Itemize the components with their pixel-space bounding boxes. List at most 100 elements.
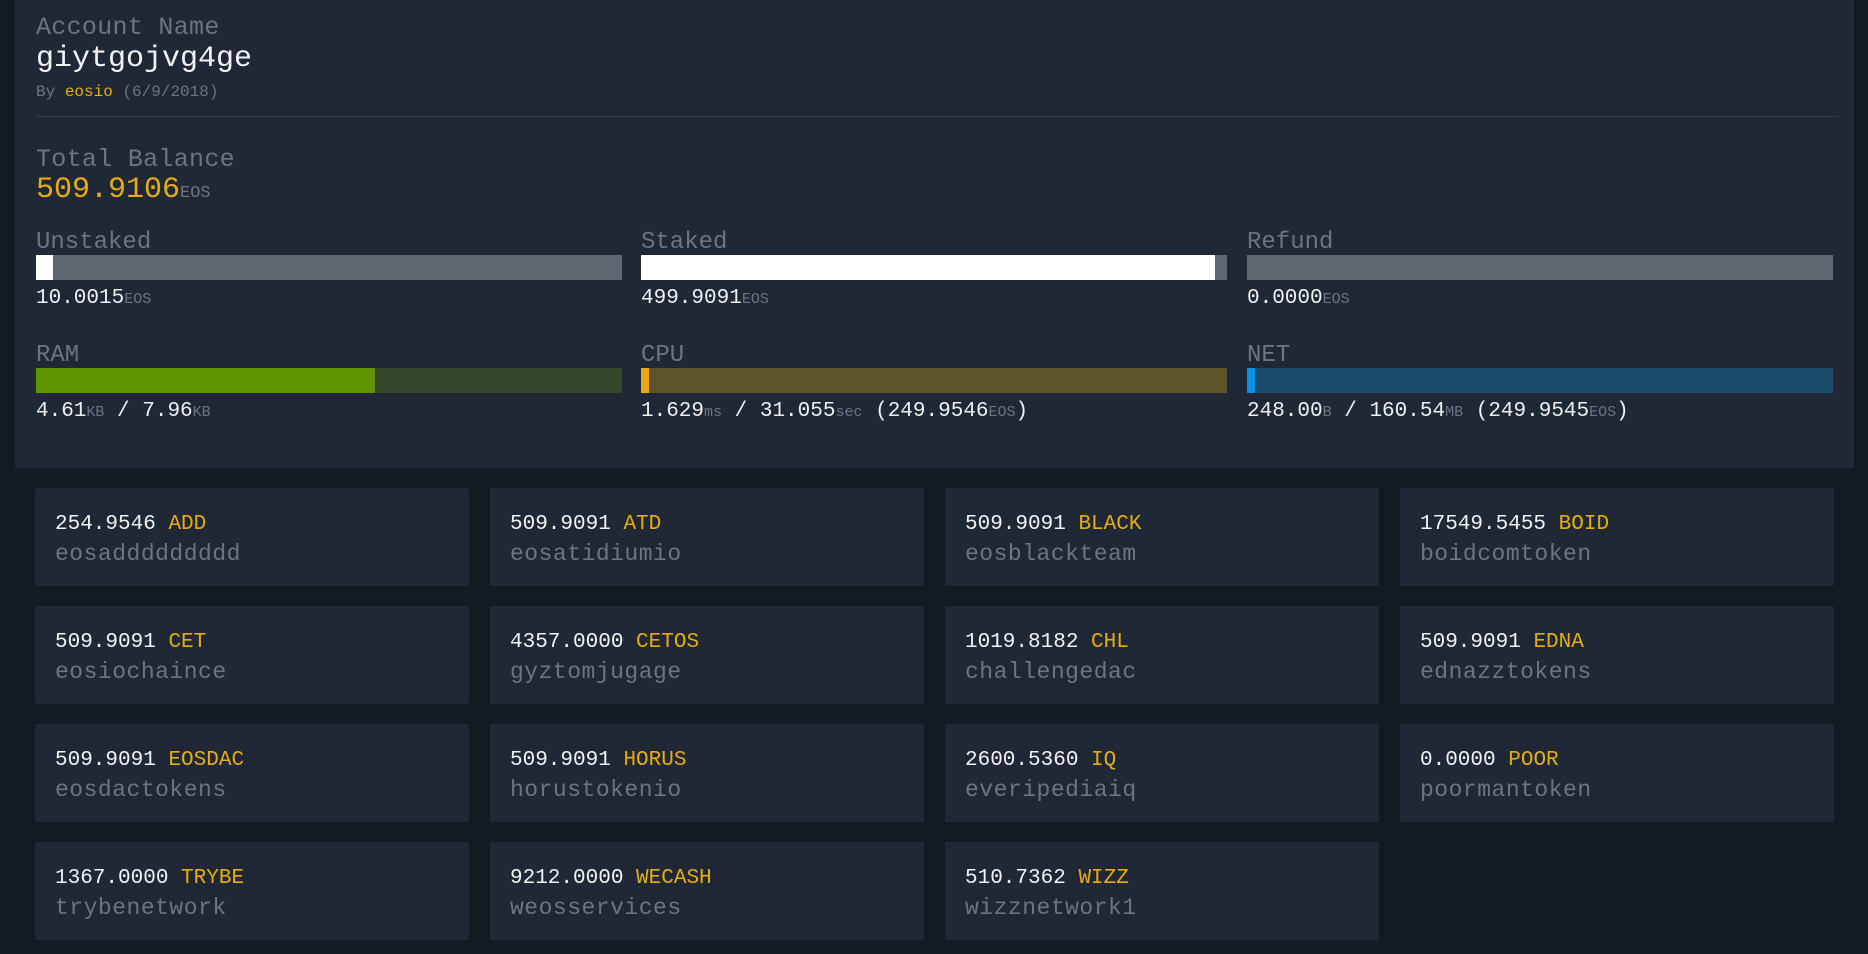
token-balance: 0.0000 POOR	[1420, 749, 1559, 772]
resource-refund: Refund 0.0000EOS	[1247, 229, 1833, 310]
resource-staked: Staked 499.9091EOS	[641, 229, 1227, 310]
token-symbol: EOSDAC	[168, 749, 245, 772]
account-panel: Account Name giytgojvg4ge By eosio (6/9/…	[15, 0, 1854, 468]
creator-link[interactable]: eosio	[65, 83, 113, 101]
ram-used-unit: KB	[86, 404, 105, 421]
token-symbol: CETOS	[636, 631, 700, 654]
token-card[interactable]: 509.9091 ATD eosatidiumio	[490, 488, 924, 586]
account-name-label: Account Name	[36, 13, 220, 42]
created-date: (6/9/2018)	[122, 83, 219, 101]
staked-amount: 499.9091	[641, 287, 742, 310]
token-balance: 254.9546 ADD	[55, 513, 206, 536]
net-value: 248.00B / 160.54MB (249.9545EOS)	[1247, 400, 1629, 423]
token-card[interactable]: 509.9091 EDNA ednazztokens	[1400, 606, 1834, 704]
token-balance: 509.9091 HORUS	[510, 749, 686, 772]
token-symbol: WECASH	[636, 867, 712, 890]
token-symbol: EDNA	[1533, 631, 1584, 654]
token-card[interactable]: 1019.8182 CHL challengedac	[945, 606, 1379, 704]
cpu-staked-unit: EOS	[988, 404, 1016, 421]
token-card[interactable]: 0.0000 POOR poormantoken	[1400, 724, 1834, 822]
refund-progress-bar	[1247, 255, 1833, 280]
token-card[interactable]: 509.9091 EOSDAC eosdactokens	[35, 724, 469, 822]
token-amount: 254.9546	[55, 513, 156, 536]
refund-value: 0.0000EOS	[1247, 287, 1350, 310]
token-card[interactable]: 2600.5360 IQ everipediaiq	[945, 724, 1379, 822]
refund-unit: EOS	[1322, 291, 1350, 308]
net-total-unit: MB	[1445, 404, 1464, 421]
cpu-progress-bar	[641, 368, 1227, 393]
refund-label: Refund	[1247, 229, 1334, 256]
token-card[interactable]: 17549.5455 BOID boidcomtoken	[1400, 488, 1834, 586]
token-contract: boidcomtoken	[1420, 541, 1592, 567]
token-card[interactable]: 254.9546 ADD eosaddddddddd	[35, 488, 469, 586]
token-card[interactable]: 1367.0000 TRYBE trybenetwork	[35, 842, 469, 940]
resource-ram: RAM 4.61KB / 7.96KB	[36, 342, 622, 423]
cpu-used-unit: ms	[704, 404, 723, 421]
token-contract: eosdactokens	[55, 777, 227, 803]
token-balance: 2600.5360 IQ	[965, 749, 1116, 772]
cpu-staked: 249.9546	[887, 400, 989, 423]
token-card[interactable]: 9212.0000 WECASH weosservices	[490, 842, 924, 940]
staked-value: 499.9091EOS	[641, 287, 769, 310]
net-staked-unit: EOS	[1589, 404, 1617, 421]
token-symbol: ADD	[168, 513, 207, 536]
token-contract: wizznetwork1	[965, 895, 1137, 921]
token-balance: 509.9091 BLACK	[965, 513, 1141, 536]
ram-progress-fill	[36, 368, 376, 393]
resource-net: NET 248.00B / 160.54MB (249.9545EOS)	[1247, 342, 1833, 423]
token-amount: 1367.0000	[55, 867, 169, 890]
unstaked-amount: 10.0015	[36, 287, 125, 310]
token-symbol: CET	[168, 631, 207, 654]
token-contract: eosblackteam	[965, 541, 1137, 567]
token-card[interactable]: 4357.0000 CETOS gyztomjugage	[490, 606, 924, 704]
token-balance: 510.7362 WIZZ	[965, 867, 1129, 890]
token-card[interactable]: 510.7362 WIZZ wizznetwork1	[945, 842, 1379, 940]
ram-total: 7.96	[142, 400, 193, 423]
net-used: 248.00	[1247, 400, 1323, 423]
token-contract: eosatidiumio	[510, 541, 682, 567]
ram-label: RAM	[36, 342, 80, 369]
token-card[interactable]: 509.9091 CET eosiochaince	[35, 606, 469, 704]
cpu-label: CPU	[641, 342, 685, 369]
token-amount: 509.9091	[55, 631, 156, 654]
total-balance-label: Total Balance	[36, 145, 235, 174]
token-symbol: BLACK	[1078, 513, 1142, 536]
created-by: By eosio (6/9/2018)	[36, 84, 218, 100]
divider	[36, 116, 1838, 117]
token-balance: 4357.0000 CETOS	[510, 631, 699, 654]
cpu-total: 31.055	[759, 400, 836, 423]
token-card[interactable]: 509.9091 HORUS horustokenio	[490, 724, 924, 822]
unstaked-progress-fill	[36, 255, 53, 280]
token-amount: 509.9091	[510, 749, 611, 772]
net-label: NET	[1247, 342, 1291, 369]
cpu-value: 1.629ms / 31.055sec (249.9546EOS)	[641, 400, 1029, 423]
token-contract: eosiochaince	[55, 659, 227, 685]
ram-used: 4.61	[36, 400, 87, 423]
cpu-used: 1.629	[641, 400, 705, 423]
token-contract: everipediaiq	[965, 777, 1137, 803]
staked-label: Staked	[641, 229, 728, 256]
staked-unit: EOS	[741, 291, 769, 308]
token-amount: 2600.5360	[965, 749, 1079, 772]
net-progress-fill	[1247, 368, 1255, 393]
token-contract: weosservices	[510, 895, 682, 921]
token-card[interactable]: 509.9091 BLACK eosblackteam	[945, 488, 1379, 586]
token-amount: 1019.8182	[965, 631, 1079, 654]
by-prefix: By	[36, 83, 56, 101]
token-amount: 17549.5455	[1420, 513, 1547, 536]
staked-progress-bar	[641, 255, 1227, 280]
ram-value: 4.61KB / 7.96KB	[36, 400, 211, 423]
token-contract: gyztomjugage	[510, 659, 682, 685]
token-symbol: BOID	[1558, 513, 1610, 536]
token-amount: 509.9091	[55, 749, 156, 772]
token-amount: 509.9091	[510, 513, 611, 536]
token-amount: 0.0000	[1420, 749, 1496, 772]
unstaked-progress-bar	[36, 255, 622, 280]
token-symbol: WIZZ	[1078, 867, 1129, 890]
token-contract: challengedac	[965, 659, 1137, 685]
token-symbol: TRYBE	[181, 867, 245, 890]
token-symbol: ATD	[623, 513, 662, 536]
token-contract: horustokenio	[510, 777, 682, 803]
refund-amount: 0.0000	[1247, 287, 1323, 310]
token-contract: ednazztokens	[1420, 659, 1592, 685]
